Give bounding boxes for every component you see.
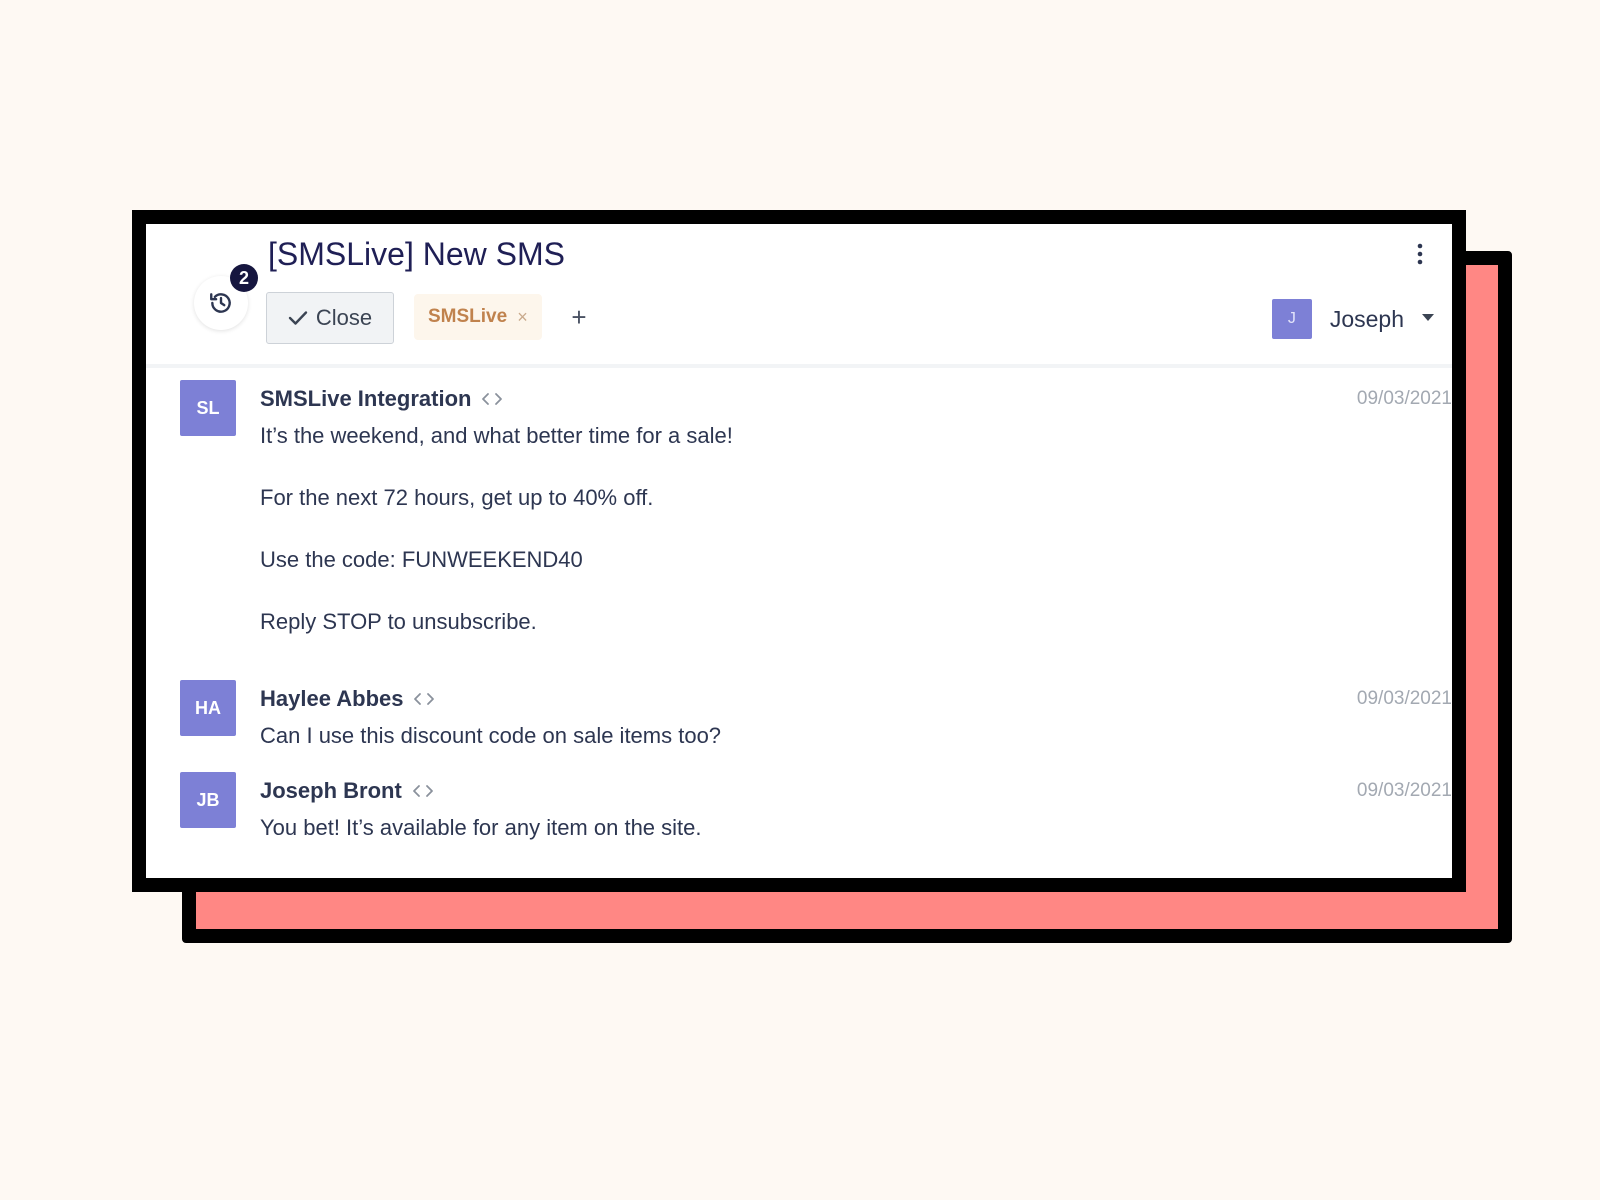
message-line: It’s the weekend, and what better time f… bbox=[260, 423, 733, 448]
assignee-name: Joseph bbox=[1329, 305, 1404, 332]
code-brackets-icon[interactable] bbox=[481, 392, 503, 406]
message-sender: Haylee Abbes bbox=[260, 686, 435, 712]
avatar: SL bbox=[180, 380, 236, 436]
tag-smslive: SMSLive × bbox=[414, 294, 542, 340]
ticket-card: 2 [SMSLive] New SMS Close SMSLive × + J … bbox=[132, 210, 1466, 892]
close-ticket-button[interactable]: Close bbox=[266, 292, 394, 344]
message-item: SL SMSLive Integration 09/03/2021 It’s t… bbox=[146, 380, 1452, 660]
assignee-dropdown[interactable]: J Joseph bbox=[1271, 298, 1434, 340]
message-body: It’s the weekend, and what better time f… bbox=[260, 422, 733, 636]
caret-down-icon bbox=[1422, 313, 1434, 321]
message-body: You bet! It’s available for any item on … bbox=[260, 814, 702, 842]
sender-name: SMSLive Integration bbox=[260, 386, 472, 411]
message-item: HA Haylee Abbes 09/03/2021 Can I use thi… bbox=[146, 680, 1452, 760]
assignee-avatar: J bbox=[1271, 299, 1312, 339]
code-brackets-icon[interactable] bbox=[413, 692, 435, 706]
ticket-title: [SMSLive] New SMS bbox=[268, 236, 565, 272]
message-line: Can I use this discount code on sale ite… bbox=[260, 723, 722, 748]
message-item: JB Joseph Bront 09/03/2021 You bet! It’s… bbox=[146, 772, 1452, 852]
history-count-badge: 2 bbox=[230, 264, 258, 292]
message-line: You bet! It’s available for any item on … bbox=[260, 815, 702, 840]
message-date: 09/03/2021 bbox=[1356, 780, 1452, 801]
close-button-label: Close bbox=[315, 305, 373, 330]
message-line: Reply STOP to unsubscribe. bbox=[260, 609, 537, 634]
header-divider bbox=[146, 364, 1452, 368]
message-date: 09/03/2021 bbox=[1356, 388, 1452, 409]
history-clock-icon bbox=[210, 293, 231, 313]
more-options-button[interactable] bbox=[1410, 240, 1430, 268]
message-sender: SMSLive Integration bbox=[260, 386, 503, 412]
tag-remove-button[interactable]: × bbox=[517, 307, 528, 328]
avatar: JB bbox=[180, 772, 236, 828]
code-brackets-icon[interactable] bbox=[412, 784, 434, 798]
tag-label: SMSLive bbox=[428, 306, 508, 327]
message-line: For the next 72 hours, get up to 40% off… bbox=[260, 485, 654, 510]
avatar: HA bbox=[180, 680, 236, 736]
sender-name: Joseph Bront bbox=[260, 778, 402, 803]
message-line: Use the code: FUNWEEKEND40 bbox=[260, 547, 583, 572]
check-icon bbox=[288, 311, 308, 325]
message-body: Can I use this discount code on sale ite… bbox=[260, 722, 721, 750]
kebab-menu-icon bbox=[1417, 243, 1423, 265]
message-date: 09/03/2021 bbox=[1356, 688, 1452, 709]
sender-name: Haylee Abbes bbox=[260, 686, 404, 711]
message-sender: Joseph Bront bbox=[260, 778, 434, 804]
add-tag-button[interactable]: + bbox=[564, 302, 594, 332]
